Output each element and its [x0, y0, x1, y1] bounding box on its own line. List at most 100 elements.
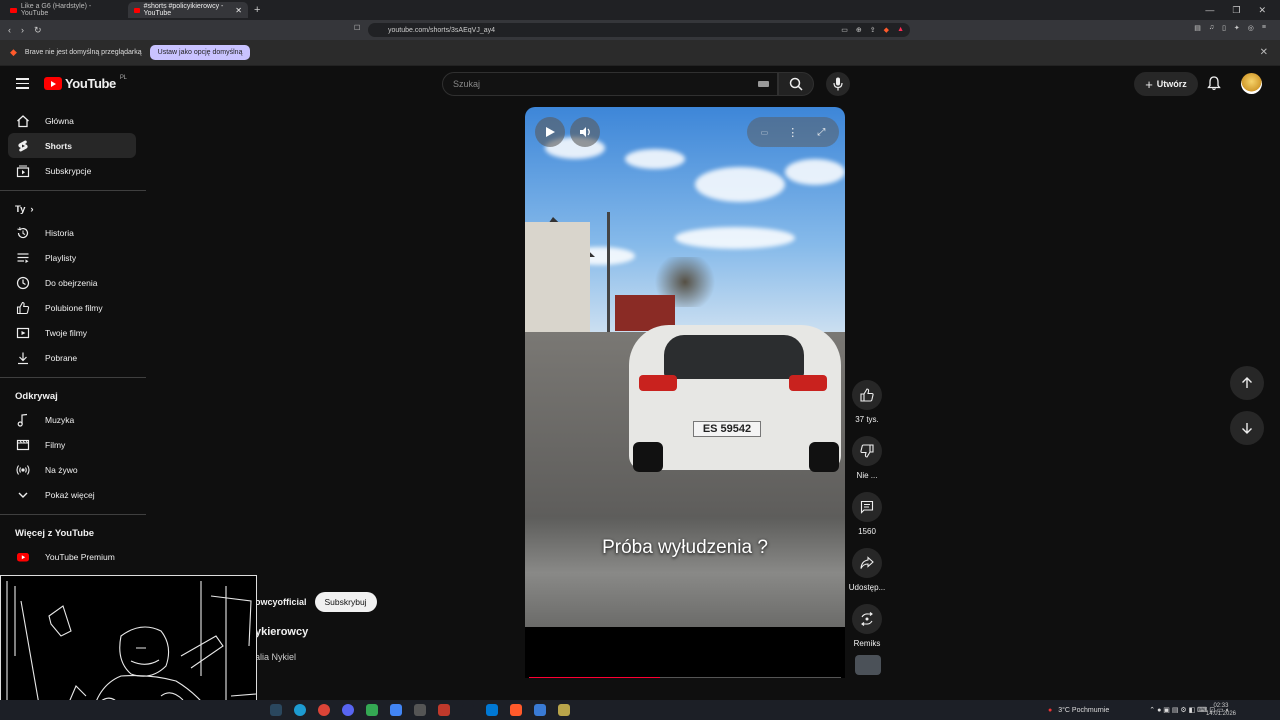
system-clock[interactable]: 02:33 14.01.2026 — [1206, 702, 1236, 718]
vpn-icon[interactable]: ◎ — [1248, 24, 1254, 32]
cast-icon[interactable]: ▭ — [841, 26, 848, 34]
share-action[interactable]: Udostęp... — [846, 548, 888, 593]
app-icon[interactable] — [390, 704, 402, 716]
sidebar-item-subscriptions[interactable]: Subskrypcje — [8, 158, 136, 183]
set-default-button[interactable]: Ustaw jako opcję domyślną — [149, 45, 251, 60]
zoom-icon[interactable]: ⊕ — [856, 26, 862, 34]
teams-icon[interactable] — [462, 704, 474, 716]
dislike-button[interactable] — [852, 436, 882, 466]
close-tab-icon[interactable]: ✕ — [235, 6, 242, 15]
next-short-button[interactable] — [1230, 411, 1264, 445]
download-icon — [16, 351, 30, 365]
video-title[interactable]: ykierowcy — [255, 626, 308, 638]
channel-name[interactable]: owcyofficial — [255, 597, 307, 607]
shorts-video-player[interactable]: ES 59542 Próba wyłudzenia ? ▭ ⋮ ⤢ — [525, 107, 845, 678]
reading-list-icon[interactable]: ▯ — [1222, 24, 1226, 32]
youtube-play-icon — [44, 77, 62, 90]
back-icon[interactable]: ‹ — [8, 25, 11, 36]
apps-grid-icon[interactable] — [534, 704, 546, 716]
music-extension-icon[interactable]: ♫ — [1209, 24, 1214, 32]
sidebar-item-label: Twoje filmy — [45, 327, 88, 338]
sidebar-item-live[interactable]: Na żywo — [8, 457, 136, 482]
youtube-logo[interactable]: YouTube PL — [44, 75, 127, 91]
music-icon — [16, 413, 30, 427]
subscribe-button[interactable]: Subskrybuj — [314, 592, 377, 612]
sidebar-item-shorts[interactable]: Shorts — [8, 133, 136, 158]
more-options-icon[interactable]: ⋮ — [787, 126, 798, 139]
voice-search-button[interactable] — [826, 72, 850, 96]
menu-hamburger-icon[interactable] — [16, 78, 29, 92]
sidebar-item-music[interactable]: Muzyka — [8, 407, 136, 432]
steam-icon[interactable] — [270, 704, 282, 716]
discord-icon[interactable] — [342, 704, 354, 716]
progress-bar[interactable] — [529, 677, 841, 678]
dislike-action[interactable]: Nie ... — [846, 436, 888, 481]
search-button[interactable] — [778, 72, 814, 96]
search-input[interactable]: Szukaj — [442, 72, 778, 96]
notifications-bell-icon[interactable] — [1207, 76, 1221, 91]
sidebar-toggle-icon[interactable]: ▤ — [1194, 24, 1201, 32]
share-page-icon[interactable]: ⇪ — [870, 26, 876, 34]
sidebar-item-like[interactable]: Polubione filmy — [8, 295, 136, 320]
comments-button[interactable] — [852, 492, 882, 522]
reload-icon[interactable]: ↻ — [34, 25, 42, 36]
chrome-icon[interactable] — [318, 704, 330, 716]
play-button[interactable] — [535, 117, 565, 147]
brave-shield-icon[interactable]: ◆ — [884, 26, 889, 34]
sidebar-item-history[interactable]: Historia — [8, 220, 136, 245]
address-bar[interactable]: youtube.com/shorts/3sAEqVJ_ay4 ▭ ⊕ ⇪ ◆ ▲ — [368, 23, 910, 37]
text-editor-icon[interactable] — [438, 704, 450, 716]
sidebar-item-clock[interactable]: Do obejrzenia — [8, 270, 136, 295]
captions-icon[interactable]: ▭ — [761, 128, 769, 137]
fullscreen-icon[interactable]: ⤢ — [817, 127, 825, 138]
previous-short-button[interactable] — [1230, 366, 1264, 400]
history-icon — [16, 226, 30, 240]
minimize-icon[interactable]: — — [1205, 5, 1214, 16]
youtube-favicon-icon — [134, 7, 140, 13]
extensions-icon[interactable]: ✦ — [1234, 24, 1240, 32]
drive-icon[interactable] — [366, 704, 378, 716]
like-button[interactable] — [852, 380, 882, 410]
sidebar-item-youtube-premium[interactable]: YouTube Premium — [8, 544, 136, 569]
keyboard-icon[interactable] — [758, 81, 769, 87]
new-tab-icon[interactable]: + — [254, 4, 260, 16]
avatar[interactable] — [1241, 73, 1262, 94]
brave-rewards-icon[interactable]: ▲ — [897, 26, 904, 34]
create-button[interactable]: + Utwórz — [1134, 72, 1198, 96]
share-button[interactable] — [852, 548, 882, 578]
sidebar-item-film[interactable]: Filmy — [8, 432, 136, 457]
browser-tab-1[interactable]: Like a G6 (Hardstyle) - YouTube — [4, 2, 124, 18]
epic-icon[interactable] — [414, 704, 426, 716]
dislike-label: Nie ... — [856, 471, 878, 480]
notice-text: Brave nie jest domyślną przeglądarką — [24, 49, 142, 56]
sound-name[interactable]: alia Nykiel — [255, 652, 296, 662]
you-section-header[interactable]: Ty › — [0, 198, 146, 220]
menu-icon[interactable]: ≡ — [1262, 24, 1266, 32]
sidebar-item-chevron-down[interactable]: Pokaż więcej — [8, 482, 136, 507]
brave-icon[interactable] — [510, 704, 522, 716]
restore-icon[interactable]: ❐ — [1232, 5, 1240, 16]
bookmark-icon[interactable]: ☐ — [354, 24, 360, 32]
browser-toolbar: ‹ › ↻ ☐ youtube.com/shorts/3sAEqVJ_ay4 ▭… — [0, 20, 1280, 40]
store-icon[interactable] — [486, 704, 498, 716]
like-action[interactable]: 37 tys. — [846, 380, 888, 425]
weather-text[interactable]: 3°C Pochmurnie — [1058, 707, 1109, 714]
edge-icon[interactable] — [294, 704, 306, 716]
remix-button[interactable] — [852, 604, 882, 634]
tool-icon[interactable] — [558, 704, 570, 716]
forward-icon[interactable]: › — [21, 25, 24, 36]
sidebar-item-video[interactable]: Twoje filmy — [8, 320, 136, 345]
comments-action[interactable]: 1560 — [846, 492, 888, 537]
sound-thumbnail[interactable] — [855, 655, 881, 675]
weather-icon[interactable]: ● — [1048, 707, 1052, 714]
close-window-icon[interactable]: ✕ — [1258, 5, 1266, 16]
sidebar-item-download[interactable]: Pobrane — [8, 345, 136, 370]
remix-action[interactable]: Remiks — [846, 604, 888, 649]
browser-tab-2[interactable]: #shorts #policyikierowcy - YouTube ✕ — [128, 2, 248, 18]
taskbar-apps — [270, 704, 570, 716]
sidebar-item-playlists[interactable]: Playlisty — [8, 245, 136, 270]
channel-info: owcyofficial Subskrybuj — [255, 592, 377, 612]
sidebar-item-home[interactable]: Główna — [8, 108, 136, 133]
volume-button[interactable] — [570, 117, 600, 147]
close-notice-icon[interactable]: ✕ — [1260, 47, 1268, 58]
